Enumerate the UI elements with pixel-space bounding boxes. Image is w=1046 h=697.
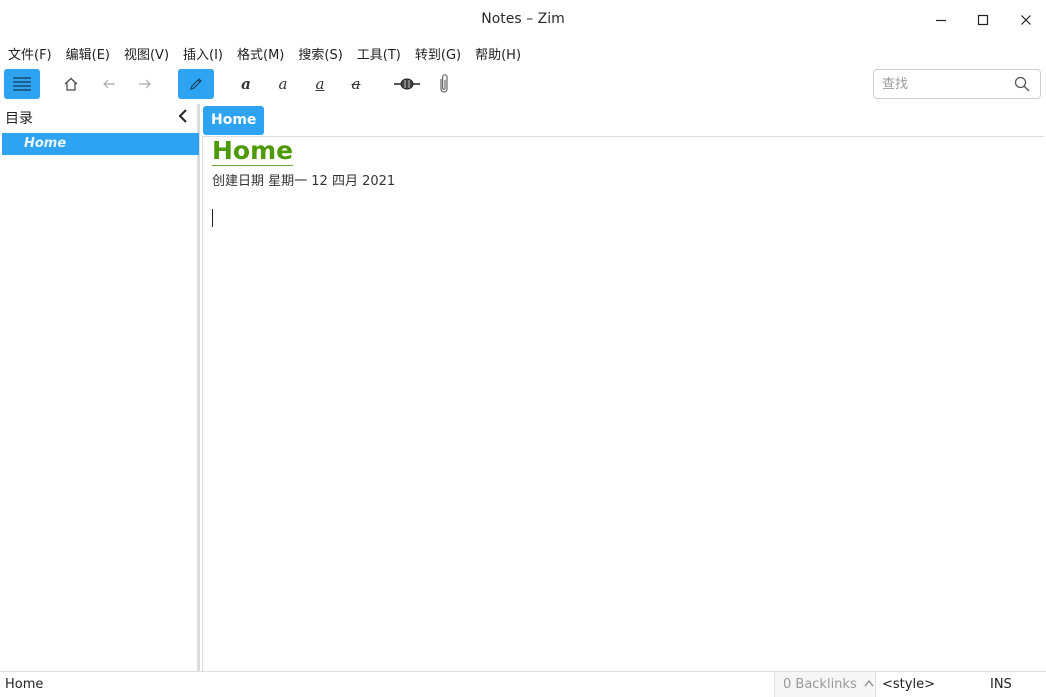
strikethrough-button[interactable]: a [338, 69, 374, 99]
chevron-up-icon [864, 679, 874, 687]
edit-mode-button[interactable] [178, 69, 214, 99]
status-style[interactable]: <style> [882, 677, 935, 692]
window-title: Notes – Zim [481, 11, 565, 27]
toggle-index-button[interactable] [4, 69, 40, 99]
minimize-icon[interactable] [930, 10, 952, 30]
italic-button[interactable]: a [265, 69, 301, 99]
status-insert-mode: INS [990, 677, 1012, 692]
maximize-icon[interactable] [972, 10, 994, 30]
backlinks-button[interactable]: 0 Backlinks [774, 672, 876, 697]
path-bar: Home [202, 104, 1046, 136]
backlinks-label: 0 Backlinks [783, 677, 857, 692]
bold-button[interactable]: a [228, 69, 264, 99]
title-bar: Notes – Zim [0, 0, 1046, 40]
home-button[interactable] [53, 69, 89, 99]
page-created-date: 创建日期 星期一 12 四月 2021 [212, 174, 396, 189]
menu-icon [13, 77, 31, 91]
menu-view[interactable]: 视图(V) [120, 44, 173, 63]
edit-pencil-icon [190, 78, 202, 90]
forward-arrow-icon [139, 79, 151, 89]
text-cursor [212, 209, 213, 227]
sidebar-title: 目录 [5, 111, 33, 127]
menu-file[interactable]: 文件(F) [4, 44, 56, 63]
attachment-icon [440, 74, 448, 93]
italic-icon: a [278, 75, 288, 93]
chevron-left-icon[interactable] [175, 108, 191, 124]
search-input[interactable] [882, 75, 1012, 93]
home-icon [64, 77, 78, 91]
menu-help[interactable]: 帮助(H) [471, 44, 525, 63]
insert-link-button[interactable] [389, 69, 425, 99]
page-editor[interactable]: Home 创建日期 星期一 12 四月 2021 [202, 136, 1044, 671]
underline-icon: a [315, 75, 325, 93]
sidebar-header: 目录 [0, 104, 197, 130]
menu-tools[interactable]: 工具(T) [353, 44, 405, 63]
path-button-home[interactable]: Home [203, 106, 265, 135]
bold-icon: a [241, 75, 251, 93]
attach-file-button[interactable] [426, 69, 462, 99]
back-button[interactable] [91, 69, 127, 99]
menu-goto[interactable]: 转到(G) [411, 44, 465, 63]
back-arrow-icon [103, 79, 115, 89]
menu-bar: 文件(F) 编辑(E) 视图(V) 插入(I) 格式(M) 搜索(S) 工具(T… [0, 40, 1046, 66]
sidebar-item-home[interactable]: Home [2, 133, 199, 155]
status-page-name: Home [5, 677, 44, 692]
status-bar: Home 0 Backlinks <style> INS [0, 671, 1046, 697]
search-box [873, 69, 1041, 99]
search-icon[interactable] [1014, 76, 1030, 92]
close-icon[interactable] [1015, 10, 1037, 30]
menu-edit[interactable]: 编辑(E) [62, 44, 114, 63]
forward-button[interactable] [127, 69, 163, 99]
menu-format[interactable]: 格式(M) [233, 44, 288, 63]
underline-button[interactable]: a [302, 69, 338, 99]
menu-insert[interactable]: 插入(I) [179, 44, 227, 63]
strikethrough-icon: a [351, 75, 361, 93]
page-title: Home [212, 136, 294, 166]
menu-search[interactable]: 搜索(S) [294, 44, 346, 63]
link-icon [394, 78, 420, 90]
index-sidebar: 目录 Home [0, 104, 200, 671]
